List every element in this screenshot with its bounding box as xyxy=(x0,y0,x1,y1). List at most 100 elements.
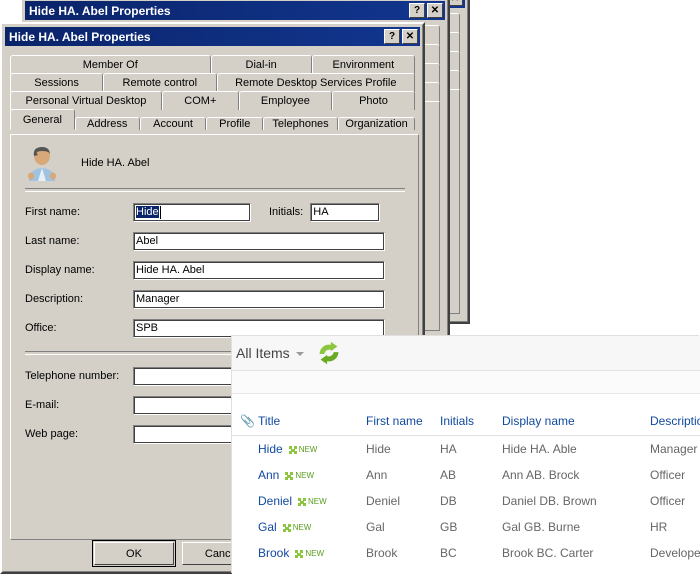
column-header-first-name[interactable]: First name xyxy=(366,414,440,436)
row-title-cell: Gal NEW xyxy=(258,514,366,540)
row-title-cell: Deniel NEW xyxy=(258,488,366,514)
row-title-cell: Ann NEW xyxy=(258,462,366,488)
new-badge-label: NEW xyxy=(295,471,315,481)
close-icon[interactable]: ✕ xyxy=(427,3,443,18)
row-description-cell: HR xyxy=(650,520,668,534)
row-first-name-cell: Gal xyxy=(366,520,385,534)
table-row[interactable]: Deniel NEW Deniel DB Daniel DB. Brown Off… xyxy=(232,488,700,514)
item-title-link[interactable]: Gal xyxy=(258,520,277,534)
new-badge-label: NEW xyxy=(298,445,318,455)
row-first-name-cell: Hide xyxy=(366,442,391,456)
initials-input[interactable]: HA xyxy=(310,202,381,222)
tab-environment[interactable]: Environment xyxy=(311,55,415,74)
row-display-name-cell: Gal GB. Burne xyxy=(502,520,581,534)
new-badge-icon xyxy=(298,497,307,506)
paperclip-icon: 📎 xyxy=(240,414,255,428)
view-selector-label: All Items xyxy=(236,345,290,361)
column-header-description[interactable]: Description xyxy=(650,414,700,436)
table-row[interactable]: Hide NEW Hide HA Hide HA. Able Manager xyxy=(232,436,700,463)
tab-organization[interactable]: Organization xyxy=(338,117,415,130)
dialog-titlebar[interactable]: Hide HA. Abel Properties ? ✕ xyxy=(5,27,420,46)
row-attachment-cell xyxy=(232,488,258,514)
description-label: Description: xyxy=(25,293,84,305)
tab-account[interactable]: Account xyxy=(139,117,207,130)
first-name-value: Hide xyxy=(136,206,159,218)
item-title-link[interactable]: Brook xyxy=(258,546,289,560)
row-display-name-cell: Brook BC. Carter xyxy=(502,546,594,560)
row-title-cell: Brook NEW xyxy=(258,540,366,566)
sharepoint-toolbar: All Items xyxy=(232,336,700,371)
close-icon[interactable]: ✕ xyxy=(402,29,418,44)
attachment-column-header[interactable]: 📎 xyxy=(232,414,258,436)
row-description-cell: Officer xyxy=(650,468,686,482)
tab-remote-control[interactable]: Remote control xyxy=(103,73,217,92)
office-row: Office: SPB xyxy=(25,318,405,338)
user-avatar-icon xyxy=(25,145,59,181)
tab-general[interactable]: General xyxy=(10,109,75,130)
new-badge: NEW xyxy=(295,549,324,558)
column-header-title[interactable]: Title xyxy=(258,414,366,436)
table-row[interactable]: Brook NEW Brook BC Brook BC. Carter Devel… xyxy=(232,540,700,566)
user-header: Hide HA. Abel xyxy=(25,145,149,181)
tab-profile[interactable]: Profile xyxy=(206,117,264,130)
table-body: Hide NEW Hide HA Hide HA. Able Manager An… xyxy=(232,436,700,567)
item-title-link[interactable]: Ann xyxy=(258,468,279,482)
dialog-title: Hide HA. Abel Properties xyxy=(9,29,151,44)
row-initials-cell: DB xyxy=(440,494,457,508)
tab-address[interactable]: Address xyxy=(74,117,140,130)
refresh-icon[interactable] xyxy=(314,338,344,368)
row-first-name-cell: Brook xyxy=(366,546,398,560)
window-title: Hide HA. Abel Properties xyxy=(29,3,171,18)
sharepoint-list-panel: All Items 📎 Title First name Initials Di… xyxy=(232,336,700,574)
tab-personal-virtual-desktop[interactable]: Personal Virtual Desktop xyxy=(10,91,162,110)
help-button[interactable]: ? xyxy=(409,3,425,18)
column-header-initials[interactable]: Initials xyxy=(440,414,502,436)
row-description-cell: Manager xyxy=(650,442,698,456)
row-initials-cell: GB xyxy=(440,520,458,534)
window-titlebar[interactable]: Hide HA. Abel Properties ? ✕ xyxy=(25,1,445,20)
new-badge: NEW xyxy=(285,471,314,480)
item-title-link[interactable]: Deniel xyxy=(258,494,292,508)
office-input[interactable]: SPB xyxy=(133,318,385,338)
tab-member-of[interactable]: Member Of xyxy=(10,55,211,74)
item-title-link[interactable]: Hide xyxy=(258,442,283,456)
row-attachment-cell xyxy=(232,540,258,566)
row-initials-cell: HA xyxy=(440,442,457,456)
row-attachment-cell xyxy=(232,436,258,463)
table-header-row: 📎 Title First name Initials Display name… xyxy=(232,414,700,436)
view-selector[interactable]: All Items xyxy=(234,345,304,361)
new-badge-label: NEW xyxy=(308,497,327,507)
window-title-buttons: ? ✕ xyxy=(409,3,445,18)
header-separator xyxy=(25,188,405,192)
help-button[interactable]: ? xyxy=(384,29,400,44)
new-badge: NEW xyxy=(282,523,311,532)
row-title-cell: Hide NEW xyxy=(258,436,366,463)
table-row[interactable]: Gal NEW Gal GB Gal GB. Burne HR xyxy=(232,514,700,540)
new-badge-icon xyxy=(282,523,291,532)
description-input[interactable]: Manager xyxy=(133,289,385,309)
row-first-name-cell: Ann xyxy=(366,468,388,482)
row-display-name-cell: Daniel DB. Brown xyxy=(502,494,597,508)
tab-sessions[interactable]: Sessions xyxy=(10,73,104,92)
tab-employee[interactable]: Employee xyxy=(238,91,332,110)
sharepoint-items-table: 📎 Title First name Initials Display name… xyxy=(232,414,700,566)
new-badge: NEW xyxy=(288,445,318,455)
tab-dial-in[interactable]: Dial-in xyxy=(210,55,312,74)
tab-telephones[interactable]: Telephones xyxy=(263,117,339,130)
row-attachment-cell xyxy=(232,514,258,540)
row-description-cell: Developer xyxy=(650,546,700,560)
column-header-display-name[interactable]: Display name xyxy=(502,414,650,436)
display-name-input[interactable]: Hide HA. Abel xyxy=(133,260,385,280)
tab-remote-desktop-services-profile[interactable]: Remote Desktop Services Profile xyxy=(216,73,415,92)
table-row[interactable]: Ann NEW Ann AB Ann AB. Brock Officer xyxy=(232,462,700,488)
ok-button[interactable]: OK xyxy=(92,540,176,567)
row-description-cell: Officer xyxy=(650,494,686,508)
tab-photo[interactable]: Photo xyxy=(331,91,415,110)
first-name-input[interactable]: Hide xyxy=(133,202,251,222)
tab-row-2: Sessions Remote control Remote Desktop S… xyxy=(10,73,415,92)
tab-com-plus[interactable]: COM+ xyxy=(161,91,239,110)
new-badge-icon xyxy=(288,445,297,454)
last-name-input[interactable]: Abel xyxy=(133,231,385,251)
text-caret xyxy=(159,205,161,219)
sharepoint-spacer xyxy=(232,394,700,414)
